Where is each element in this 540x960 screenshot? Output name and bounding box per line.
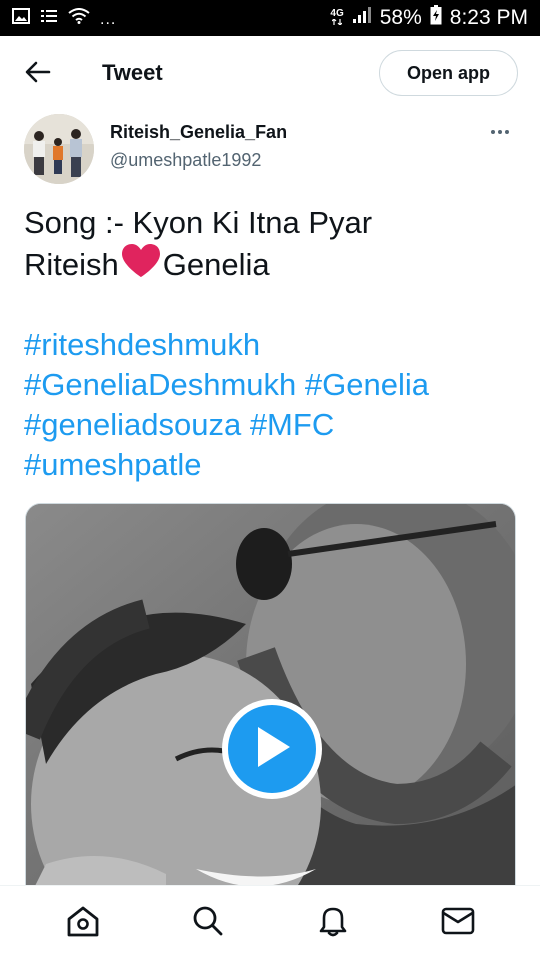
list-icon xyxy=(40,8,58,29)
play-button-circle xyxy=(228,705,316,793)
nav-search[interactable] xyxy=(183,898,233,948)
nav-messages[interactable] xyxy=(433,898,483,948)
search-icon xyxy=(192,905,224,942)
gallery-icon xyxy=(12,7,30,29)
wifi-icon xyxy=(68,7,90,29)
network-type-label: 4G xyxy=(330,8,344,19)
author-display-name[interactable]: Riteish_Genelia_Fan xyxy=(110,120,287,144)
tweet-text: Song :- Kyon Ki Itna Pyar Riteish Genelia xyxy=(24,203,518,289)
avatar[interactable] xyxy=(24,114,94,184)
more-dot xyxy=(505,130,509,134)
status-bar: ... 4G 58% 8:23 PM xyxy=(0,0,540,36)
tweet-text-line-2: Riteish Genelia xyxy=(24,243,518,289)
battery-percent: 58% xyxy=(379,6,422,29)
back-button[interactable] xyxy=(22,58,54,90)
play-icon xyxy=(252,725,292,774)
hashtag-line-1: #riteshdeshmukh xyxy=(24,325,518,365)
tweet-text-riteish: Riteish xyxy=(24,247,119,282)
nav-home[interactable] xyxy=(58,898,108,948)
heart-emoji-icon xyxy=(120,243,162,289)
signal-icon xyxy=(352,6,372,30)
tweet-text-line-1: Song :- Kyon Ki Itna Pyar xyxy=(24,205,373,240)
more-dot xyxy=(491,130,495,134)
play-video-button[interactable] xyxy=(222,699,322,799)
open-app-button[interactable]: Open app xyxy=(379,50,518,96)
tweet-author: Riteish_Genelia_Fan @umeshpatle1992 xyxy=(24,114,518,186)
more-dot xyxy=(498,130,502,134)
hashtag-link[interactable]: #geneliadsouza xyxy=(24,407,241,442)
tweet-hashtags: #riteshdeshmukh #GeneliaDeshmukh #Geneli… xyxy=(24,325,518,485)
nav-notifications[interactable] xyxy=(308,898,358,948)
more-options-button[interactable] xyxy=(486,122,514,142)
back-arrow-icon xyxy=(25,61,51,88)
notifications-icon xyxy=(318,905,348,942)
hashtag-line-2: #GeneliaDeshmukh #Genelia xyxy=(24,365,518,405)
author-handle[interactable]: @umeshpatle1992 xyxy=(110,148,261,172)
hashtag-link[interactable]: #MFC xyxy=(250,407,334,442)
battery-icon xyxy=(430,5,442,31)
status-bar-right: 4G 58% 8:23 PM xyxy=(330,5,528,31)
tweet-text-genelia: Genelia xyxy=(162,247,270,282)
home-icon xyxy=(66,905,100,942)
tweet-header: Tweet Open app xyxy=(0,36,540,112)
page-title: Tweet xyxy=(102,60,163,85)
hashtag-link[interactable]: #riteshdeshmukh xyxy=(24,327,260,362)
tweet-video-thumbnail[interactable] xyxy=(25,503,516,903)
more-notifications-indicator: ... xyxy=(100,11,117,28)
hashtag-link[interactable]: #GeneliaDeshmukh xyxy=(24,367,296,402)
messages-icon xyxy=(441,907,475,940)
hashtag-link[interactable]: #umeshpatle xyxy=(24,447,202,482)
bottom-navigation xyxy=(0,885,540,960)
clock: 8:23 PM xyxy=(449,6,528,29)
network-type: 4G xyxy=(330,8,344,27)
hashtag-line-3: #geneliadsouza #MFC xyxy=(24,405,518,445)
status-bar-left: ... xyxy=(12,7,116,29)
hashtag-link[interactable]: #Genelia xyxy=(305,367,429,402)
hashtag-line-4: #umeshpatle xyxy=(24,445,518,485)
